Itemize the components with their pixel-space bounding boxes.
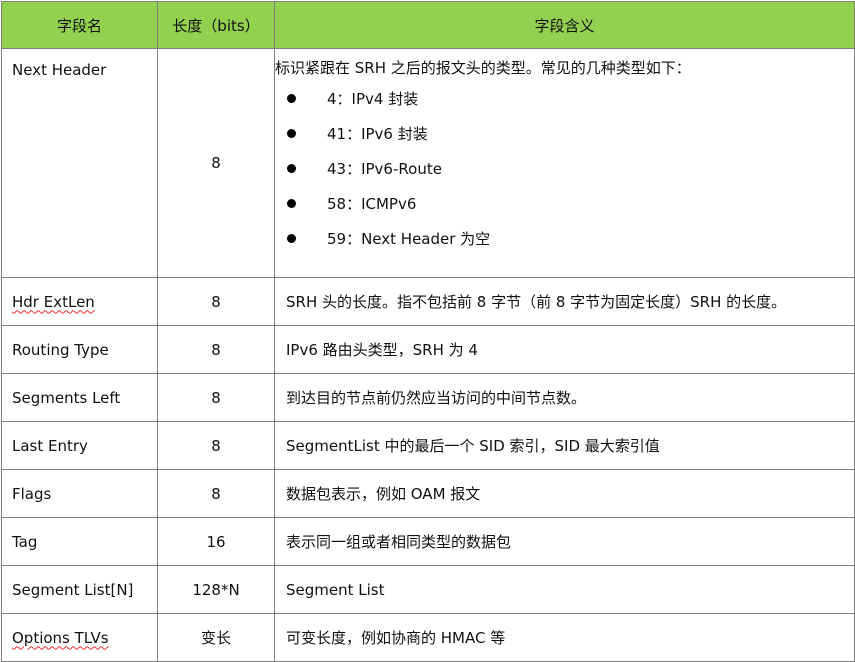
bullet-icon: [287, 94, 296, 103]
list-item: 59：Next Header 为空: [275, 222, 854, 257]
field-meaning: Segment List: [274, 565, 855, 614]
field-meaning: 表示同一组或者相同类型的数据包: [274, 517, 855, 566]
field-meaning: 标识紧跟在 SRH 之后的报文头的类型。常见的几种类型如下： 4：IPv4 封装…: [274, 48, 855, 278]
field-name: Segment List[N]: [1, 565, 158, 614]
field-length: 8: [157, 469, 275, 518]
field-length: 8: [157, 325, 275, 374]
header-meaning: 字段含义: [274, 1, 855, 49]
field-name: Flags: [1, 469, 158, 518]
header-field-name: 字段名: [1, 1, 158, 49]
header-row: 字段名 长度（bits） 字段含义: [1, 1, 855, 49]
field-meaning: 可变长度，例如协商的 HMAC 等: [274, 613, 855, 662]
field-meaning: IPv6 路由头类型，SRH 为 4: [274, 325, 855, 374]
field-meaning: 数据包表示，例如 OAM 报文: [274, 469, 855, 518]
bullet-icon: [287, 199, 296, 208]
field-meaning: 到达目的节点前仍然应当访问的中间节点数。: [274, 373, 855, 422]
field-name: Tag: [1, 517, 158, 566]
meaning-intro: 标识紧跟在 SRH 之后的报文头的类型。常见的几种类型如下：: [275, 59, 691, 77]
bullet-icon: [287, 234, 296, 243]
field-length: 8: [157, 421, 275, 470]
table-row: Hdr ExtLen 8 SRH 头的长度。指不包括前 8 字节（前 8 字节为…: [1, 277, 855, 326]
list-item: 43：IPv6-Route: [275, 152, 854, 187]
field-meaning: SRH 头的长度。指不包括前 8 字节（前 8 字节为固定长度）SRH 的长度。: [274, 277, 855, 326]
list-item: 4：IPv4 封装: [275, 82, 854, 117]
field-length: 8: [157, 277, 275, 326]
field-meaning: SegmentList 中的最后一个 SID 索引，SID 最大索引值: [274, 421, 855, 470]
field-name: Segments Left: [1, 373, 158, 422]
field-name: Last Entry: [1, 421, 158, 470]
table-row: Next Header 8 标识紧跟在 SRH 之后的报文头的类型。常见的几种类…: [1, 48, 855, 278]
type-list: 4：IPv4 封装 41：IPv6 封装 43：IPv6-Route 58：IC…: [275, 82, 854, 257]
list-item: 41：IPv6 封装: [275, 117, 854, 152]
table-row: Last Entry 8 SegmentList 中的最后一个 SID 索引，S…: [1, 421, 855, 470]
table-row: Segments Left 8 到达目的节点前仍然应当访问的中间节点数。: [1, 373, 855, 422]
table-row: Routing Type 8 IPv6 路由头类型，SRH 为 4: [1, 325, 855, 374]
field-length: 变长: [157, 613, 275, 662]
field-name: Hdr ExtLen: [1, 277, 158, 326]
field-name: Options TLVs: [1, 613, 158, 662]
bullet-icon: [287, 164, 296, 173]
table-row: Options TLVs 变长 可变长度，例如协商的 HMAC 等: [1, 613, 855, 662]
table-row: Flags 8 数据包表示，例如 OAM 报文: [1, 469, 855, 518]
table-row: Tag 16 表示同一组或者相同类型的数据包: [1, 517, 855, 566]
field-length: 128*N: [157, 565, 275, 614]
field-length: 16: [157, 517, 275, 566]
table-row: Segment List[N] 128*N Segment List: [1, 565, 855, 614]
field-name: Routing Type: [1, 325, 158, 374]
field-name: Next Header: [1, 48, 158, 278]
bullet-icon: [287, 129, 296, 138]
list-item: 58：ICMPv6: [275, 187, 854, 222]
field-length: 8: [157, 48, 275, 278]
srh-fields-table: 字段名 长度（bits） 字段含义 Next Header 8 标识紧跟在 SR…: [1, 1, 855, 662]
field-length: 8: [157, 373, 275, 422]
header-length: 长度（bits）: [157, 1, 275, 49]
